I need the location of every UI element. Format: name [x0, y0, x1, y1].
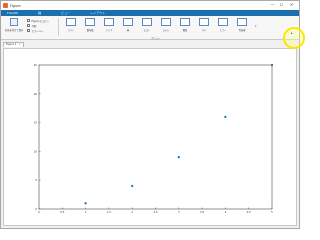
window-title: Figure	[10, 3, 21, 8]
gallery-item-stem[interactable]: ステム	[158, 18, 174, 36]
gallery-item-label: ライン	[67, 29, 75, 32]
maximize-button[interactable]: ☐	[278, 2, 285, 8]
gallery-item-label: 散布図	[86, 29, 94, 32]
data-point	[224, 115, 227, 118]
y-tick-label: 15	[34, 121, 38, 125]
gallery-item-stairs[interactable]: 階段	[177, 18, 193, 36]
x-tick-label: 1	[85, 210, 87, 214]
bar-plot-icon	[123, 18, 133, 26]
gallery-item-scatter[interactable]: 散布図	[82, 18, 98, 36]
figure-tab-bar: Figure 1 ×	[1, 41, 299, 47]
x-tick-label: 2	[131, 210, 133, 214]
figure-tab-close-icon[interactable]: ×	[18, 43, 20, 46]
tab-figure[interactable]: FIGURE	[7, 11, 18, 15]
close-button[interactable]: ✕	[288, 2, 295, 8]
tab-layout[interactable]: レイアウト	[90, 11, 105, 15]
x-tick-label: 5	[271, 210, 273, 214]
scatter-plot: 0 0.5 1 1.5 2 2.5 3 3.5 4 4.5 50510152025	[34, 63, 274, 214]
save-as-button[interactable]: 名前を付けて保存	[5, 18, 23, 36]
contour-plot-icon	[237, 18, 247, 26]
legend-label: 凡例	[31, 24, 37, 28]
data-point	[131, 184, 134, 188]
x-tick-label: 0	[38, 210, 40, 214]
stairs-plot-icon	[180, 18, 190, 26]
data-point	[177, 156, 180, 159]
minimize-button[interactable]: —	[269, 2, 276, 8]
gallery-item-bar[interactable]: 棒	[120, 18, 136, 36]
gallery-item-label: 階段	[182, 29, 188, 32]
tab-view[interactable]: ビュー	[61, 11, 70, 15]
stem-plot-icon	[161, 18, 171, 26]
x-tick-label: 0.5	[60, 210, 64, 214]
line-plot-icon	[66, 18, 76, 26]
gallery-item-label: 棒	[126, 29, 130, 32]
highlight-circle	[283, 27, 305, 49]
gallery-item-label: 等高線	[238, 29, 246, 32]
gallery-item-area[interactable]: エリア	[101, 18, 117, 36]
area-plot-icon	[104, 18, 114, 26]
save-as-label: 名前を付けて保存	[5, 29, 23, 32]
gallery-item-label: エリア	[105, 29, 113, 32]
pie-chart-icon	[199, 18, 209, 26]
checkbox-icon	[27, 29, 30, 32]
gallery-caption: プロット	[151, 37, 161, 40]
gallery-item-pie[interactable]: パイ	[196, 18, 212, 36]
gallery-item-line[interactable]: ライン	[63, 18, 79, 36]
data-point	[84, 202, 87, 205]
histogram-icon	[142, 18, 152, 26]
y-tick-label: 20	[34, 92, 38, 96]
x-tick-label: 3	[178, 210, 180, 214]
gallery-item-label: ヒスト	[143, 29, 151, 32]
expand-toolstrip-icon[interactable]: ▸	[291, 31, 293, 35]
y-tick-label: 25	[34, 63, 38, 67]
x-tick-label: 3.5	[200, 210, 204, 214]
plot-gallery: ライン 散布図 エリア 棒 ヒスト ステム 階段 パイ エラー 等高線	[61, 17, 261, 37]
figure-tab-label: Figure 1	[6, 43, 17, 46]
gallery-expand-icon[interactable]: ▾	[255, 24, 257, 28]
checkbox-icon	[27, 19, 30, 22]
figure-window: Figure — ☐ ✕ FIGURE 軸 ビュー レイアウト 名前を付けて保存…	[0, 0, 300, 229]
colorbar-label: カラーバー	[31, 29, 44, 33]
x-tick-label: 1.5	[107, 210, 111, 214]
x-tick-label: 2.5	[153, 210, 157, 214]
data-point	[270, 63, 274, 67]
errorbar-icon	[218, 18, 228, 26]
colorbar-checkbox[interactable]: カラーバー	[27, 28, 55, 33]
y-tick-label: 0	[35, 207, 37, 211]
gallery-item-histogram[interactable]: ヒスト	[139, 18, 155, 36]
save-icon	[10, 18, 18, 26]
title-bar: Figure — ☐ ✕	[1, 1, 299, 10]
y-tick-label: 10	[34, 149, 38, 153]
checkbox-icon	[27, 24, 30, 27]
axes-box	[38, 64, 273, 210]
gallery-item-errorbar[interactable]: エラー	[215, 18, 231, 36]
copy-figure-label: Figure のコピー	[31, 19, 50, 23]
gallery-item-contour[interactable]: 等高線	[234, 18, 250, 36]
ribbon: 名前を付けて保存 Figure のコピー 凡例 カラーバー ライン 散布図 エリ…	[1, 16, 299, 40]
ribbon-divider	[58, 18, 59, 36]
gallery-item-label: パイ	[201, 29, 207, 32]
gallery-item-label: ステム	[162, 29, 170, 32]
x-tick-label: 4	[225, 210, 227, 214]
figure-canvas[interactable]: 0 0.5 1 1.5 2 2.5 3 3.5 4 4.5 5 0 5 10 15 20 25	[3, 48, 297, 226]
y-tick-label: 5	[35, 178, 37, 182]
tab-axes[interactable]: 軸	[38, 11, 41, 15]
gallery-item-label: エラー	[219, 29, 227, 32]
scatter-plot-icon	[85, 18, 95, 26]
matlab-logo-icon	[3, 3, 8, 8]
options-group: Figure のコピー 凡例 カラーバー	[27, 18, 55, 33]
x-tick-label: 4.5	[247, 210, 251, 214]
figure-tab[interactable]: Figure 1 ×	[3, 42, 24, 47]
